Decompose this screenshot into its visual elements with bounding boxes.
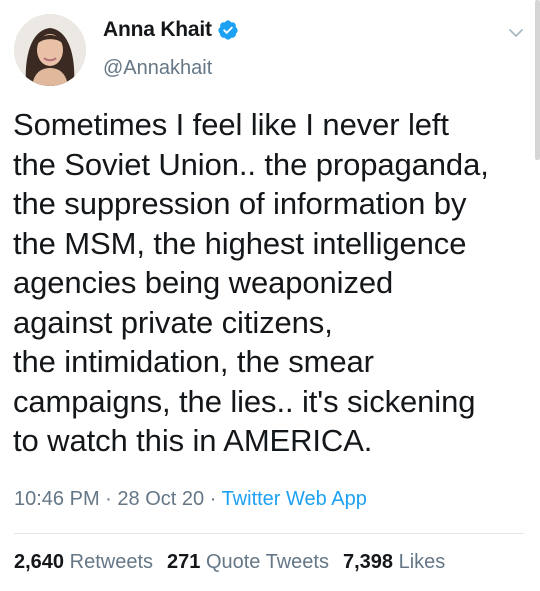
tweet-text-line: the MSM, the highest intelligence: [13, 225, 467, 261]
tweet-text-line: the Soviet Union.. the propaganda,: [13, 146, 489, 182]
tweet-stats: 2,640 Retweets 271 Quote Tweets 7,398 Like…: [14, 551, 445, 574]
quote-tweets-count: 271: [167, 551, 201, 573]
likes-stat[interactable]: 7,398 Likes: [343, 551, 445, 573]
tweet-card: Anna Khait @Annakhait Sometimes I feel l…: [0, 0, 540, 591]
author-name-row: Anna Khait: [103, 18, 239, 42]
tweet-source-link[interactable]: Twitter Web App: [222, 488, 367, 510]
verified-badge-icon: [218, 20, 238, 40]
quote-tweets-label: Quote Tweets: [205, 551, 329, 573]
author-handle[interactable]: @Annakhait: [103, 57, 212, 80]
tweet-text-line: agencies being weaponized: [13, 265, 394, 300]
tweet-text-line: to watch this in AMERICA.: [13, 423, 373, 458]
tweet-text-line: campaigns, the lies.. it's sickening: [13, 383, 476, 419]
chevron-down-icon[interactable]: [507, 26, 525, 40]
avatar[interactable]: [14, 14, 86, 86]
tweet-text-line: against private citizens,: [13, 304, 333, 340]
tweet-meta: 10:46 PM · 28 Oct 20 · Twitter Web App: [14, 488, 367, 511]
tweet-time[interactable]: 10:46 PM: [14, 488, 100, 510]
meta-separator: ·: [209, 488, 217, 510]
tweet-date[interactable]: 28 Oct 20: [117, 488, 204, 510]
retweets-count: 2,640: [14, 551, 65, 573]
tweet-text-line: the suppression of information by: [13, 186, 467, 221]
tweet-text: Sometimes I feel like I never left the S…: [13, 105, 528, 461]
likes-count: 7,398: [342, 551, 394, 573]
meta-separator: ·: [105, 488, 112, 510]
avatar-image: [14, 14, 86, 86]
retweets-stat[interactable]: 2,640 Retweets: [14, 551, 153, 573]
retweets-label: Retweets: [69, 551, 153, 573]
tweet-text-line: the intimidation, the smear: [13, 344, 374, 379]
display-name[interactable]: Anna Khait: [103, 18, 212, 42]
quote-tweets-stat[interactable]: 271 Quote Tweets: [167, 551, 329, 573]
divider: [14, 533, 524, 534]
scrollbar[interactable]: [535, 0, 540, 160]
tweet-text-line: Sometimes I feel like I never left: [13, 107, 449, 142]
likes-label: Likes: [398, 551, 446, 573]
